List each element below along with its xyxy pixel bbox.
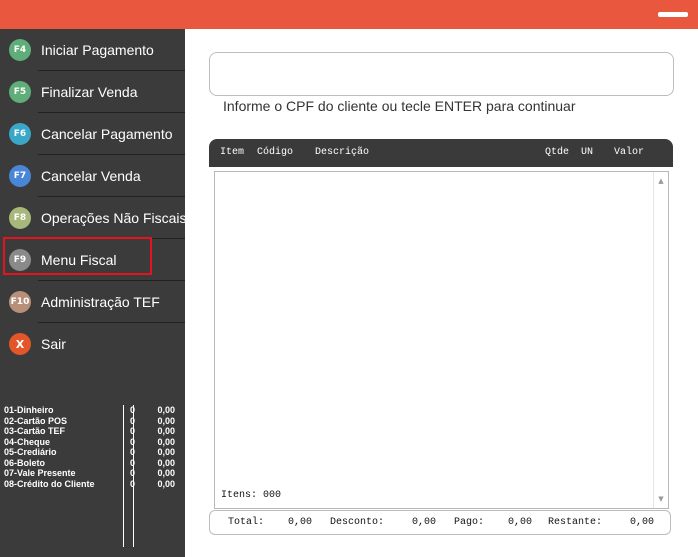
menu-item-operacoes-nao-fiscais[interactable]: F8 Operações Não Fiscais (0, 197, 187, 239)
column-header-code: Código (257, 147, 294, 158)
payment-row: 04-Cheque 0 0,00 (4, 436, 175, 447)
menu-item-label: Operações Não Fiscais (41, 210, 187, 226)
menu-item-label: Cancelar Pagamento (41, 126, 173, 142)
payment-row: 02-Cartão POS 0 0,00 (4, 415, 175, 426)
payment-row: 08-Crédito do Cliente 0 0,00 (4, 478, 175, 489)
total-label: Total: (228, 517, 265, 528)
paid-value: 0,00 (508, 517, 533, 528)
cpf-hint: Informe o CPF do cliente ou tecle ENTER … (223, 98, 576, 114)
selection-highlight (3, 237, 152, 275)
f7-key-icon: F7 (9, 165, 31, 187)
menu-item-label: Cancelar Venda (41, 168, 141, 184)
totals-bar: Total: 0,00 Desconto: 0,00 Pago: 0,00 Re… (209, 510, 671, 535)
payment-row: 07-Vale Presente 0 0,00 (4, 468, 175, 478)
f8-key-icon: F8 (9, 207, 31, 229)
items-list[interactable]: ▲ ▼ (214, 171, 669, 509)
column-header-unit: UN (581, 147, 594, 158)
items-table-header: Item Código Descrição Qtde UN Valor (209, 139, 673, 167)
f10-key-icon: F10 (9, 291, 31, 313)
menu-item-label: Administração TEF (41, 294, 160, 310)
menu-item-administracao-tef[interactable]: F10 Administração TEF (0, 281, 185, 323)
scroll-down-icon[interactable]: ▼ (655, 492, 667, 506)
discount-value: 0,00 (412, 517, 437, 528)
column-header-item: Item (220, 147, 245, 158)
payment-summary: 01-Dinheiro 0 0,00 02-Cartão POS 0 0,00 03-C… (4, 405, 179, 489)
menu-item-label: Finalizar Venda (41, 84, 138, 100)
payment-row: 06-Boleto 0 0,00 (4, 457, 175, 468)
menu-item-cancelar-pagamento[interactable]: F6 Cancelar Pagamento (0, 113, 185, 155)
payment-row: 01-Dinheiro 0 0,00 (4, 405, 175, 415)
menu-item-label: Iniciar Pagamento (41, 42, 154, 58)
discount-label: Desconto: (330, 517, 385, 528)
menu-item-finalizar-venda[interactable]: F5 Finalizar Venda (0, 71, 185, 113)
top-bar (0, 0, 698, 29)
column-header-value: Valor (614, 147, 645, 158)
cpf-input[interactable] (209, 52, 674, 96)
column-header-quantity: Qtde (545, 147, 570, 158)
column-header-description: Descrição (315, 147, 370, 158)
items-count: Itens: 000 (221, 490, 282, 501)
paid-label: Pago: (454, 517, 485, 528)
remaining-value: 0,00 (630, 517, 655, 528)
menu-icon[interactable] (658, 12, 688, 17)
total-value: 0,00 (288, 517, 313, 528)
menu-item-label: Sair (41, 336, 66, 352)
remaining-label: Restante: (548, 517, 603, 528)
scroll-up-icon[interactable]: ▲ (655, 174, 667, 188)
exit-key-icon: X (9, 333, 31, 355)
f4-key-icon: F4 (9, 39, 31, 61)
f5-key-icon: F5 (9, 81, 31, 103)
menu-item-iniciar-pagamento[interactable]: F4 Iniciar Pagamento (0, 29, 185, 71)
menu-item-sair[interactable]: X Sair (0, 323, 185, 365)
menu-item-cancelar-venda[interactable]: F7 Cancelar Venda (0, 155, 185, 197)
scrollbar[interactable]: ▲ ▼ (653, 172, 668, 508)
f6-key-icon: F6 (9, 123, 31, 145)
payment-row: 05-Crediário 0 0,00 (4, 447, 175, 457)
payment-row: 03-Cartão TEF 0 0,00 (4, 426, 175, 436)
